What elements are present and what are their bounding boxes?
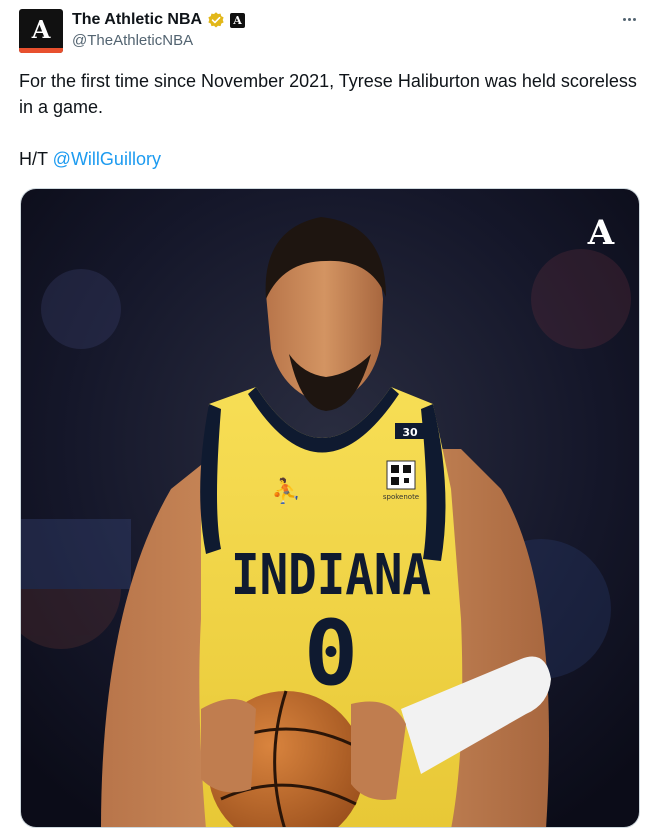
display-name[interactable]: The Athletic NBA: [72, 11, 202, 29]
avatar[interactable]: A: [19, 9, 63, 53]
more-dot-icon: [632, 17, 636, 21]
avatar-logo-letter: A: [31, 15, 51, 44]
tweet-card: A The Athletic NBA A @TheAthleticNBA For…: [0, 0, 660, 828]
mention-link[interactable]: @WillGuillory: [53, 149, 161, 169]
tweet-media-image[interactable]: A 30 spokenote ⛹ INDIANA 0: [20, 188, 640, 828]
more-options-icon[interactable]: [618, 10, 640, 28]
right-hand: [351, 701, 406, 800]
sponsor-text: spokenote: [383, 493, 419, 501]
jersey-patch-number: 30: [402, 426, 418, 439]
left-hand: [201, 699, 256, 793]
handle[interactable]: @TheAthleticNBA: [72, 32, 193, 49]
tweet-text: For the first time since November 2021, …: [19, 68, 639, 172]
avatar-stripe: [19, 48, 63, 53]
jumpman-logo: ⛹: [271, 476, 301, 505]
tweet-hat-tip: H/T @WillGuillory: [19, 146, 639, 172]
more-dot-icon: [627, 17, 631, 21]
tweet-text-line: For the first time since November 2021, …: [19, 71, 637, 117]
more-dot-icon: [622, 17, 626, 21]
verified-badge-icon[interactable]: [207, 11, 225, 29]
player-photo: A 30 spokenote ⛹ INDIANA 0: [21, 189, 639, 827]
watermark-logo: A: [587, 213, 615, 253]
hat-tip-prefix: H/T: [19, 149, 53, 169]
affiliate-badge-icon[interactable]: A: [230, 12, 246, 28]
jersey-wordmark: INDIANA: [231, 543, 431, 608]
name-row: The Athletic NBA A: [72, 9, 246, 31]
jersey-number: 0: [304, 601, 358, 706]
